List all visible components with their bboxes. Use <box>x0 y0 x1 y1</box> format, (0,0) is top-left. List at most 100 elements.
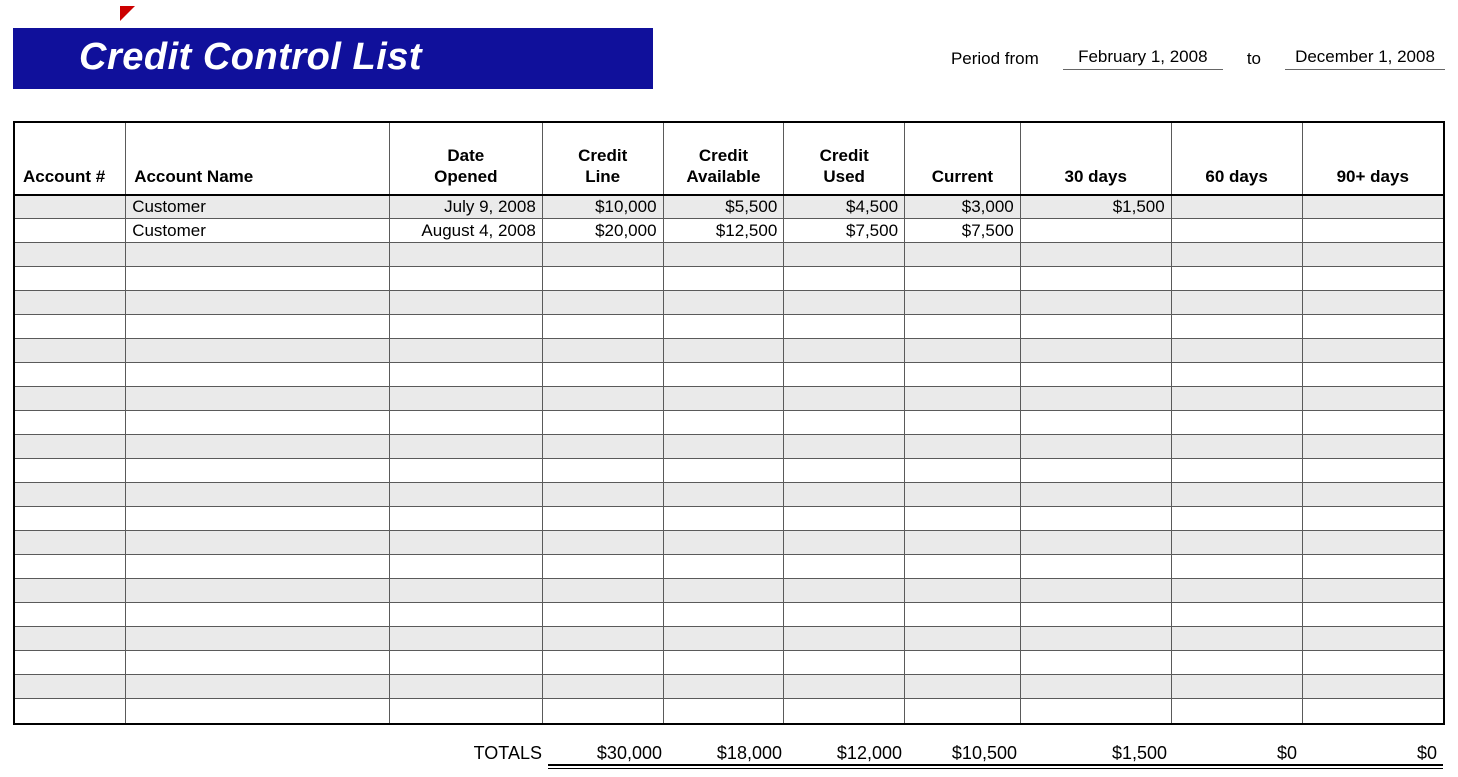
cell-current[interactable] <box>905 555 1021 579</box>
cell-account-no[interactable] <box>15 507 126 531</box>
cell-credit-used[interactable] <box>784 579 905 603</box>
cell-account-no[interactable] <box>15 531 126 555</box>
cell-credit-available[interactable] <box>663 579 784 603</box>
cell-current[interactable] <box>905 339 1021 363</box>
cell-credit-available[interactable] <box>663 675 784 699</box>
cell-90-days[interactable] <box>1302 627 1443 651</box>
cell-current[interactable] <box>905 435 1021 459</box>
cell-current[interactable] <box>905 651 1021 675</box>
cell-account-no[interactable] <box>15 243 126 267</box>
cell-date-opened[interactable] <box>389 435 542 459</box>
cell-account-no[interactable] <box>15 483 126 507</box>
cell-credit-line[interactable] <box>542 579 663 603</box>
cell-90-days[interactable] <box>1302 603 1443 627</box>
cell-90-days[interactable] <box>1302 579 1443 603</box>
cell-90-days[interactable] <box>1302 483 1443 507</box>
cell-date-opened[interactable] <box>389 363 542 387</box>
cell-account-no[interactable] <box>15 363 126 387</box>
cell-date-opened[interactable] <box>389 267 542 291</box>
cell-credit-line[interactable] <box>542 507 663 531</box>
cell-90-days[interactable] <box>1302 531 1443 555</box>
cell-credit-available[interactable] <box>663 243 784 267</box>
cell-credit-available[interactable] <box>663 651 784 675</box>
cell-credit-line[interactable] <box>542 603 663 627</box>
cell-date-opened[interactable] <box>389 579 542 603</box>
cell-date-opened[interactable] <box>389 387 542 411</box>
cell-30-days[interactable]: $1,500 <box>1020 195 1171 219</box>
cell-90-days[interactable] <box>1302 435 1443 459</box>
cell-credit-used[interactable] <box>784 291 905 315</box>
cell-60-days[interactable] <box>1171 243 1302 267</box>
cell-account-name[interactable] <box>126 363 390 387</box>
cell-90-days[interactable] <box>1302 243 1443 267</box>
cell-90-days[interactable] <box>1302 675 1443 699</box>
cell-credit-line[interactable] <box>542 267 663 291</box>
cell-account-no[interactable] <box>15 603 126 627</box>
cell-current[interactable] <box>905 579 1021 603</box>
cell-account-name[interactable]: Customer <box>126 195 390 219</box>
cell-account-name[interactable] <box>126 675 390 699</box>
cell-credit-line[interactable] <box>542 675 663 699</box>
cell-account-no[interactable] <box>15 699 126 723</box>
cell-current[interactable] <box>905 483 1021 507</box>
cell-date-opened[interactable] <box>389 627 542 651</box>
cell-30-days[interactable] <box>1020 315 1171 339</box>
cell-account-name[interactable] <box>126 651 390 675</box>
cell-credit-line[interactable] <box>542 555 663 579</box>
cell-60-days[interactable] <box>1171 555 1302 579</box>
cell-credit-line[interactable] <box>542 459 663 483</box>
cell-credit-available[interactable] <box>663 699 784 723</box>
cell-credit-line[interactable] <box>542 243 663 267</box>
cell-account-no[interactable] <box>15 387 126 411</box>
cell-90-days[interactable] <box>1302 315 1443 339</box>
cell-30-days[interactable] <box>1020 219 1171 243</box>
cell-60-days[interactable] <box>1171 627 1302 651</box>
cell-date-opened[interactable] <box>389 651 542 675</box>
cell-60-days[interactable] <box>1171 387 1302 411</box>
cell-30-days[interactable] <box>1020 363 1171 387</box>
cell-credit-available[interactable]: $12,500 <box>663 219 784 243</box>
cell-date-opened[interactable] <box>389 243 542 267</box>
cell-60-days[interactable] <box>1171 267 1302 291</box>
cell-date-opened[interactable] <box>389 675 542 699</box>
cell-90-days[interactable] <box>1302 339 1443 363</box>
cell-credit-used[interactable] <box>784 363 905 387</box>
cell-credit-available[interactable] <box>663 291 784 315</box>
cell-90-days[interactable] <box>1302 219 1443 243</box>
cell-account-name[interactable] <box>126 387 390 411</box>
cell-credit-line[interactable] <box>542 411 663 435</box>
cell-60-days[interactable] <box>1171 459 1302 483</box>
cell-current[interactable] <box>905 363 1021 387</box>
cell-credit-used[interactable] <box>784 675 905 699</box>
cell-account-no[interactable] <box>15 435 126 459</box>
cell-credit-used[interactable] <box>784 627 905 651</box>
cell-current[interactable] <box>905 291 1021 315</box>
cell-credit-line[interactable] <box>542 315 663 339</box>
cell-30-days[interactable] <box>1020 459 1171 483</box>
cell-30-days[interactable] <box>1020 579 1171 603</box>
cell-90-days[interactable] <box>1302 387 1443 411</box>
cell-60-days[interactable] <box>1171 195 1302 219</box>
cell-account-name[interactable] <box>126 555 390 579</box>
cell-account-name[interactable] <box>126 579 390 603</box>
cell-credit-line[interactable]: $10,000 <box>542 195 663 219</box>
cell-30-days[interactable] <box>1020 651 1171 675</box>
cell-date-opened[interactable] <box>389 459 542 483</box>
cell-60-days[interactable] <box>1171 435 1302 459</box>
cell-account-no[interactable] <box>15 267 126 291</box>
cell-credit-available[interactable] <box>663 483 784 507</box>
cell-account-no[interactable] <box>15 291 126 315</box>
cell-current[interactable] <box>905 531 1021 555</box>
cell-current[interactable] <box>905 243 1021 267</box>
cell-90-days[interactable] <box>1302 411 1443 435</box>
cell-account-name[interactable] <box>126 507 390 531</box>
cell-credit-used[interactable] <box>784 507 905 531</box>
cell-credit-available[interactable] <box>663 603 784 627</box>
cell-account-name[interactable] <box>126 267 390 291</box>
cell-date-opened[interactable] <box>389 555 542 579</box>
cell-90-days[interactable] <box>1302 651 1443 675</box>
cell-credit-line[interactable] <box>542 531 663 555</box>
cell-account-name[interactable] <box>126 315 390 339</box>
cell-credit-available[interactable] <box>663 267 784 291</box>
cell-30-days[interactable] <box>1020 243 1171 267</box>
